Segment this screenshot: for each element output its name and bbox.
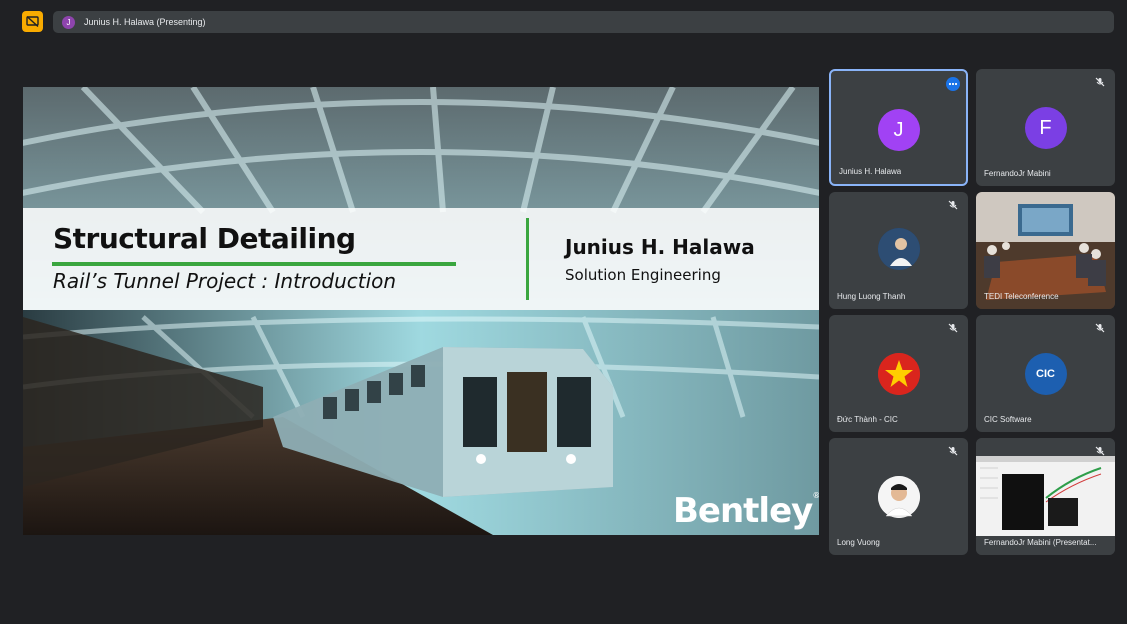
participant-tile-tedi[interactable]: TEDI Teleconference xyxy=(976,192,1115,309)
avatar: J xyxy=(877,109,920,151)
mic-muted-icon xyxy=(948,323,958,333)
mic-muted-icon xyxy=(1095,77,1105,87)
profile-photo-icon xyxy=(877,228,920,270)
slide-title: Structural Detailing xyxy=(53,222,356,255)
slide-subtitle: Rail’s Tunnel Project : Introduction xyxy=(53,269,397,293)
stop-presenting-icon xyxy=(26,16,39,27)
cic-logo: CIC xyxy=(1024,353,1067,395)
avatar xyxy=(877,228,920,270)
presenting-banner[interactable]: J Junius H. Halawa (Presenting) xyxy=(53,11,1114,33)
participant-name: TEDI Teleconference xyxy=(984,292,1059,301)
title-underline xyxy=(52,262,456,266)
mic-muted-icon xyxy=(1095,323,1105,333)
divider xyxy=(526,218,529,300)
participant-tile-hung[interactable]: Hung Luong Thanh xyxy=(829,192,968,309)
bentley-logo: Bentley® xyxy=(673,491,819,531)
presenting-label: Junius H. Halawa (Presenting) xyxy=(84,17,206,27)
participant-name: Đức Thành - CIC xyxy=(837,415,898,424)
profile-photo-icon xyxy=(877,476,920,518)
shared-screen: Structural Detailing Rail’s Tunnel Proje… xyxy=(23,87,819,535)
participant-tile-fernando-presentation[interactable]: FernandoJr Mabini (Presentat... xyxy=(976,438,1115,555)
present-screen-button[interactable] xyxy=(22,11,43,32)
participant-name: Hung Luong Thanh xyxy=(837,292,906,301)
mic-muted-icon xyxy=(948,200,958,210)
star-emblem-icon xyxy=(877,353,920,395)
subway-background-image xyxy=(23,87,819,535)
participant-name: Long Vuong xyxy=(837,538,880,547)
participant-tile-cic-software[interactable]: CIC CIC Software xyxy=(976,315,1115,432)
participant-name: Junius H. Halawa xyxy=(839,167,902,176)
participant-name: FernandoJr Mabini (Presentat... xyxy=(984,538,1097,547)
slide-presenter-name: Junius H. Halawa xyxy=(565,235,755,259)
more-options-icon[interactable] xyxy=(946,77,960,91)
slide-presenter-role: Solution Engineering xyxy=(565,266,721,284)
participant-name: CIC Software xyxy=(984,415,1032,424)
participant-name: FernandoJr Mabini xyxy=(984,169,1051,178)
participant-tile-fernando[interactable]: F FernandoJr Mabini xyxy=(976,69,1115,186)
participant-tile-long-vuong[interactable]: Long Vuong xyxy=(829,438,968,555)
avatar xyxy=(877,476,920,518)
mic-muted-icon xyxy=(948,446,958,456)
participant-tile-junius[interactable]: J Junius H. Halawa xyxy=(829,69,968,186)
presenter-avatar: J xyxy=(62,15,75,29)
avatar xyxy=(877,353,920,395)
avatar: F xyxy=(1024,107,1067,149)
mic-muted-icon xyxy=(1095,446,1105,456)
participant-tile-duc-thanh[interactable]: Đức Thành - CIC xyxy=(829,315,968,432)
